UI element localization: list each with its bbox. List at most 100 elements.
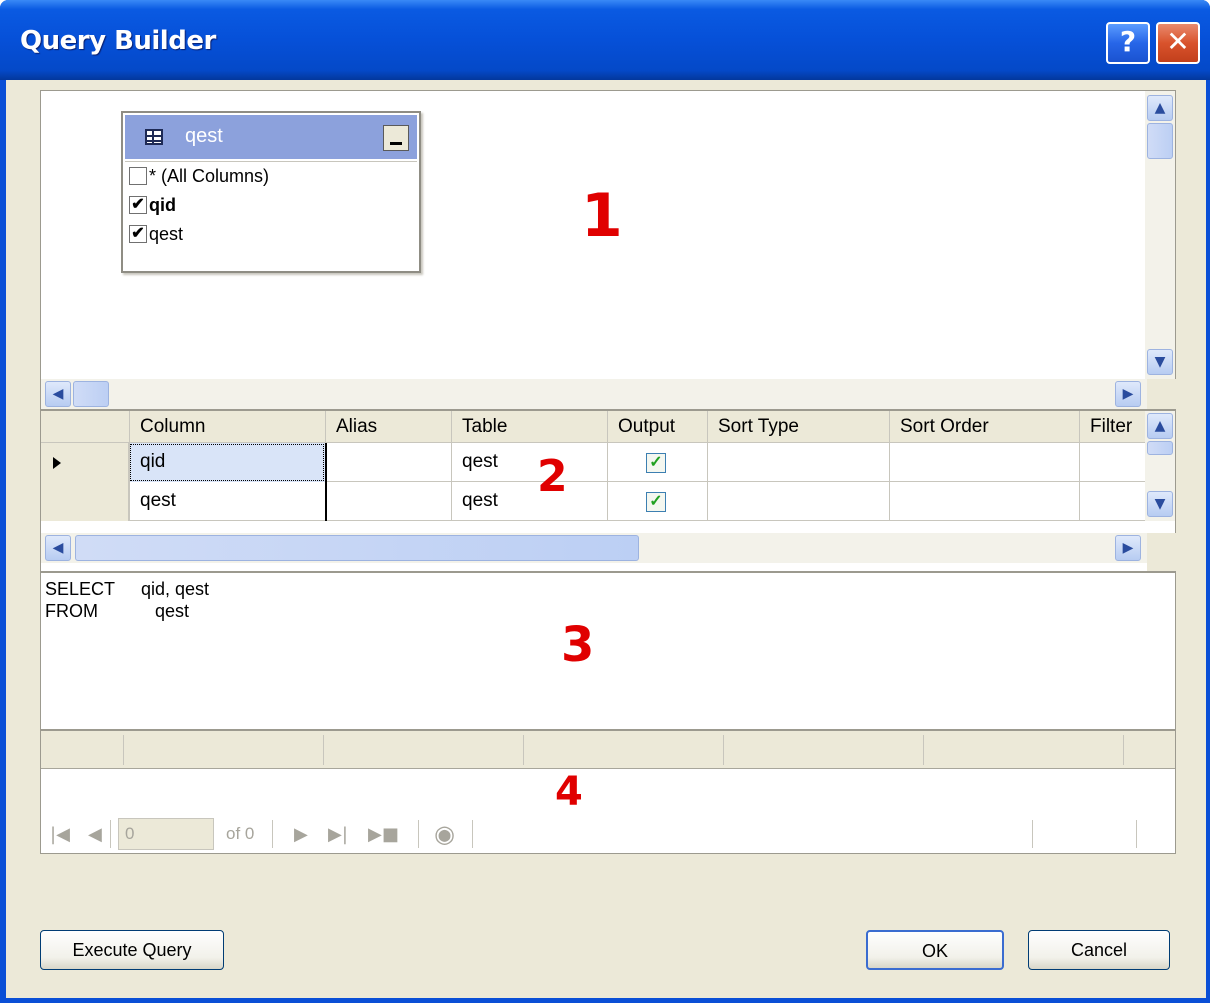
grid-header-filter[interactable]: Filter bbox=[1079, 411, 1147, 443]
close-icon: ✕ bbox=[1166, 25, 1190, 58]
results-column-divider bbox=[323, 735, 324, 765]
grid-horizontal-scrollbar[interactable]: ◀ ▶ bbox=[41, 533, 1147, 563]
cell-sort-order[interactable] bbox=[889, 482, 1079, 521]
sql-select-list: qid, qest bbox=[141, 579, 210, 599]
sql-from-table: qest bbox=[155, 601, 190, 621]
cell-filter[interactable] bbox=[1079, 443, 1147, 482]
scroll-right-button[interactable]: ▶ bbox=[1115, 535, 1141, 561]
results-column-divider bbox=[523, 735, 524, 765]
window-title: Query Builder bbox=[20, 26, 216, 56]
cell-alias[interactable] bbox=[325, 443, 451, 482]
table-column-label: qest bbox=[149, 224, 184, 244]
scroll-left-button[interactable]: ◀ bbox=[45, 381, 71, 407]
annotation-marker-2: 2 bbox=[537, 451, 568, 502]
grid-header-output[interactable]: Output bbox=[607, 411, 707, 443]
scrollbar-corner bbox=[1147, 533, 1177, 571]
checkbox-all-columns[interactable] bbox=[129, 167, 147, 185]
row-selector[interactable] bbox=[41, 443, 129, 482]
scroll-up-button[interactable]: ▲ bbox=[1147, 95, 1173, 121]
previous-record-icon[interactable]: ◀ bbox=[88, 824, 102, 845]
table-column-label: * (All Columns) bbox=[149, 166, 270, 186]
grid-vertical-scrollbar[interactable]: ▲ ▼ bbox=[1145, 411, 1175, 521]
row-selector[interactable] bbox=[41, 482, 129, 521]
cell-alias[interactable] bbox=[325, 482, 451, 521]
nav-separator bbox=[418, 820, 419, 848]
scroll-down-button[interactable]: ▼ bbox=[1147, 491, 1173, 517]
annotation-marker-4: 4 bbox=[555, 769, 583, 815]
table-box-header[interactable]: qest bbox=[125, 115, 417, 159]
record-position-input[interactable]: 0 bbox=[118, 818, 214, 850]
results-grid-header bbox=[41, 731, 1175, 769]
diagram-vertical-scrollbar[interactable]: ▲ ▼ bbox=[1145, 91, 1175, 379]
cell-sort-order[interactable] bbox=[889, 443, 1079, 482]
table-box-qest[interactable]: qest * (All Columns) ✔ qid ✔ qest bbox=[121, 111, 421, 273]
criteria-grid-pane: Column Alias Table Output Sort Type Sort… bbox=[40, 410, 1177, 572]
table-column-all[interactable]: * (All Columns) bbox=[125, 162, 417, 191]
cell-sort-type[interactable] bbox=[707, 443, 889, 482]
cell-output[interactable]: ✓ bbox=[607, 443, 707, 482]
scroll-up-button[interactable]: ▲ bbox=[1147, 413, 1173, 439]
output-checkbox[interactable]: ✓ bbox=[646, 453, 666, 473]
scroll-thumb[interactable] bbox=[1147, 123, 1173, 159]
last-record-icon[interactable]: ▶| bbox=[328, 824, 348, 845]
table-column-list: * (All Columns) ✔ qid ✔ qest bbox=[125, 161, 417, 269]
cell-filter[interactable] bbox=[1079, 482, 1147, 521]
grid-row[interactable]: qid qest ✓ bbox=[41, 443, 1147, 482]
execute-query-button[interactable]: Execute Query bbox=[40, 930, 224, 970]
scroll-thumb[interactable] bbox=[73, 381, 109, 407]
annotation-marker-3: 3 bbox=[561, 617, 595, 673]
nav-separator bbox=[110, 820, 111, 848]
nav-separator bbox=[272, 820, 273, 848]
table-box-minimize-button[interactable] bbox=[383, 125, 409, 151]
dialog-client-area: qest * (All Columns) ✔ qid ✔ qest 1 ▲ ▼ … bbox=[6, 80, 1206, 998]
cell-table[interactable]: qest bbox=[451, 482, 607, 521]
grid-header-table[interactable]: Table bbox=[451, 411, 607, 443]
scroll-thumb[interactable] bbox=[75, 535, 639, 561]
next-record-icon[interactable]: ▶ bbox=[294, 824, 308, 845]
stop-icon[interactable]: ◉ bbox=[434, 820, 455, 848]
close-button[interactable]: ✕ bbox=[1156, 22, 1200, 64]
first-record-icon[interactable]: |◀ bbox=[50, 824, 70, 845]
table-column-qid[interactable]: ✔ qid bbox=[125, 191, 417, 220]
table-column-qest[interactable]: ✔ qest bbox=[125, 220, 417, 249]
scroll-right-button[interactable]: ▶ bbox=[1115, 381, 1141, 407]
cancel-button[interactable]: Cancel bbox=[1028, 930, 1170, 970]
help-icon: ? bbox=[1119, 25, 1137, 58]
cell-sort-type[interactable] bbox=[707, 482, 889, 521]
title-bar: Query Builder ? ✕ bbox=[0, 0, 1210, 80]
cell-column[interactable]: qest bbox=[129, 482, 325, 521]
new-record-icon[interactable]: ▶■ bbox=[368, 824, 399, 845]
scroll-thumb[interactable] bbox=[1147, 441, 1173, 455]
diagram-horizontal-scrollbar[interactable]: ◀ ▶ bbox=[41, 379, 1147, 409]
ok-button[interactable]: OK bbox=[866, 930, 1004, 970]
output-checkbox[interactable]: ✓ bbox=[646, 492, 666, 512]
results-column-divider bbox=[123, 735, 124, 765]
cell-table[interactable]: qest bbox=[451, 443, 607, 482]
grid-row[interactable]: qest qest ✓ bbox=[41, 482, 1147, 521]
results-navigator: |◀ ◀ 0 of 0 ▶ ▶| ▶■ ◉ bbox=[6, 810, 1140, 854]
table-grid-icon bbox=[145, 129, 163, 145]
diagram-pane[interactable]: qest * (All Columns) ✔ qid ✔ qest 1 ▲ ▼ … bbox=[40, 90, 1177, 410]
table-column-label: qid bbox=[149, 195, 176, 215]
record-count-label: of 0 bbox=[226, 824, 255, 843]
grid-header-alias[interactable]: Alias bbox=[325, 411, 451, 443]
checkbox-qest[interactable]: ✔ bbox=[129, 225, 147, 243]
grid-header-column[interactable]: Column bbox=[129, 411, 325, 443]
sql-pane[interactable]: SELECT qid, qest FROM qest 3 bbox=[40, 572, 1176, 730]
results-column-divider bbox=[1123, 735, 1124, 765]
nav-separator bbox=[472, 820, 473, 848]
current-row-icon bbox=[53, 457, 61, 469]
scroll-down-button[interactable]: ▼ bbox=[1147, 349, 1173, 375]
nav-separator bbox=[1032, 820, 1033, 848]
scroll-left-button[interactable]: ◀ bbox=[45, 535, 71, 561]
sql-keyword-select: SELECT bbox=[45, 579, 116, 599]
table-box-title: qest bbox=[185, 125, 223, 147]
checkbox-qid[interactable]: ✔ bbox=[129, 196, 147, 214]
nav-separator bbox=[1136, 820, 1137, 848]
grid-header-sort-type[interactable]: Sort Type bbox=[707, 411, 889, 443]
cell-output[interactable]: ✓ bbox=[607, 482, 707, 521]
cell-column[interactable]: qid bbox=[129, 443, 325, 482]
grid-header-sort-order[interactable]: Sort Order bbox=[889, 411, 1079, 443]
help-button[interactable]: ? bbox=[1106, 22, 1150, 64]
grid-header: Column Alias Table Output Sort Type Sort… bbox=[41, 411, 1147, 443]
